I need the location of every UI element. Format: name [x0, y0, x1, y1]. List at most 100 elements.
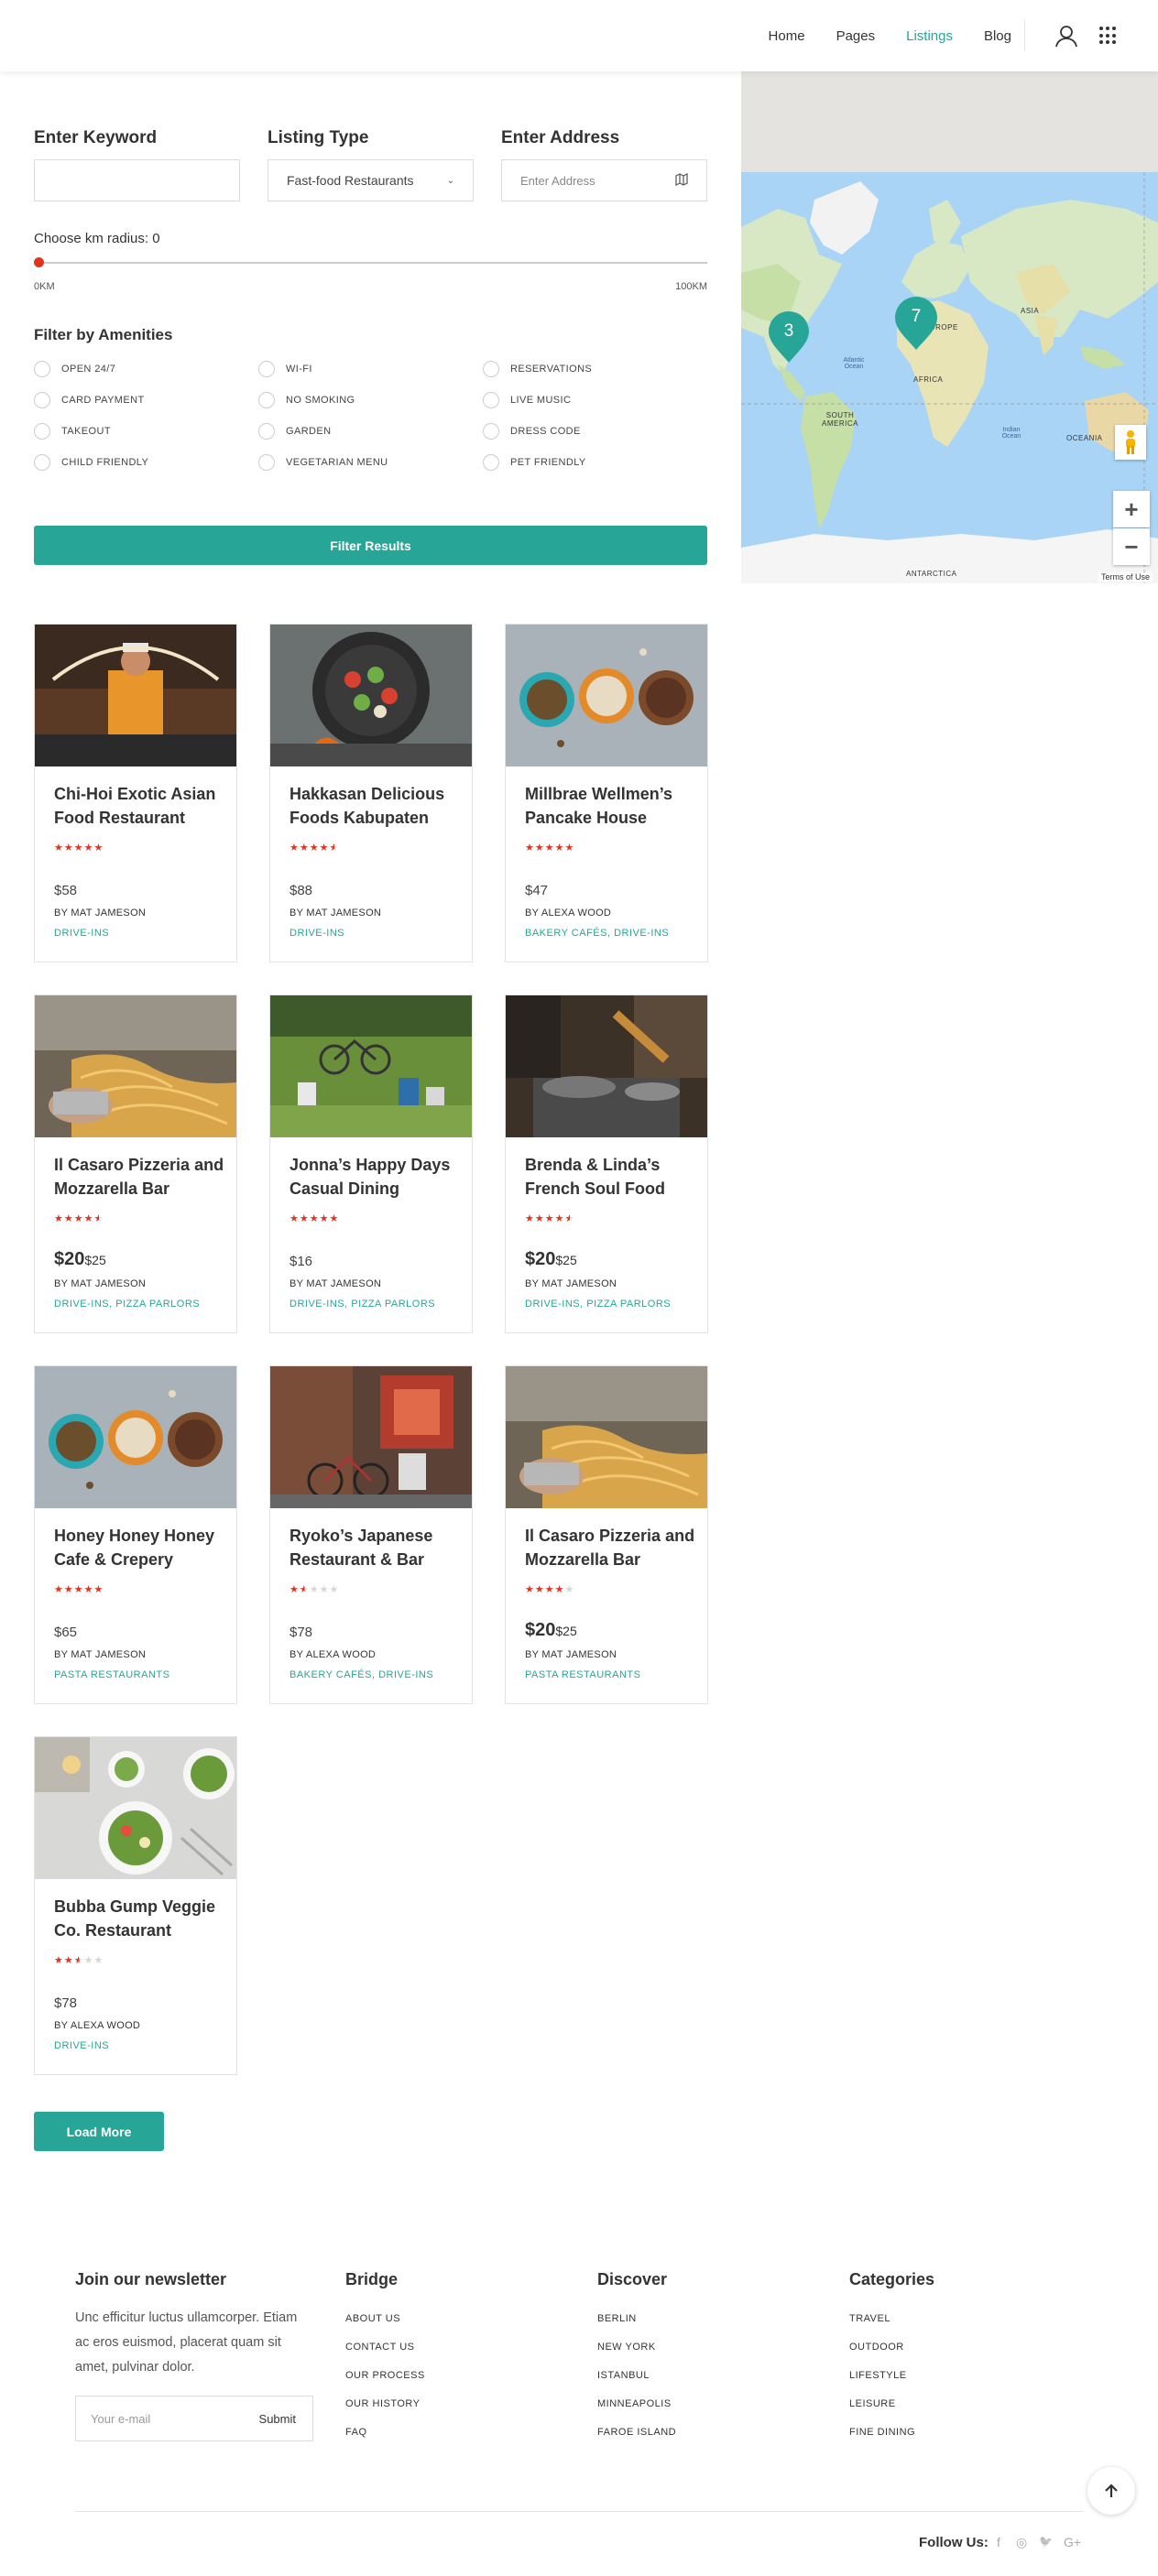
footer-link[interactable]: FAQ [345, 2427, 367, 2438]
footer-link[interactable]: OUR HISTORY [345, 2398, 421, 2409]
listing-image[interactable] [506, 625, 707, 766]
listing-card[interactable]: Ryoko’s Japanese Restaurant & Bar ★★★★★ $7… [269, 1365, 473, 1704]
checkbox-circle[interactable] [34, 392, 50, 408]
radius-slider-handle[interactable] [34, 257, 44, 267]
map-zoom-out-button[interactable]: − [1113, 528, 1150, 565]
checkbox-circle[interactable] [258, 361, 275, 377]
listing-card[interactable]: Hakkasan Delicious Foods Kabupaten ★★★★★ $… [269, 624, 473, 962]
listing-categories[interactable]: DRIVE-INS [54, 2040, 109, 2051]
listing-categories[interactable]: PASTA RESTAURANTS [54, 1669, 169, 1680]
listing-title[interactable]: Bubba Gump Veggie Co. Restaurant [54, 1895, 228, 1942]
amenity-checkbox[interactable]: PET FRIENDLY [483, 454, 586, 471]
checkbox-circle[interactable] [483, 423, 499, 440]
newsletter-submit-button[interactable]: Submit [259, 2412, 296, 2426]
map-terms-link[interactable]: Terms of Use [1098, 572, 1153, 582]
listing-image[interactable] [35, 995, 236, 1137]
footer-link[interactable]: LEISURE [849, 2398, 896, 2409]
listing-image[interactable] [270, 625, 472, 766]
nav-listings[interactable]: Listings [906, 28, 953, 44]
street-view-pegman-icon[interactable] [1115, 425, 1146, 460]
radius-slider-track[interactable] [38, 262, 707, 264]
listing-image[interactable] [35, 625, 236, 766]
map-cluster-pin[interactable]: 7 [893, 297, 939, 357]
google-plus-icon[interactable]: G+ [1064, 2535, 1081, 2549]
map-cluster-pin[interactable]: 3 [767, 311, 811, 370]
listing-title[interactable]: Jonna’s Happy Days Casual Dining [290, 1153, 464, 1201]
listing-categories[interactable]: DRIVE-INS [290, 928, 344, 939]
checkbox-circle[interactable] [483, 361, 499, 377]
newsletter-email-input[interactable]: Your e-mail [91, 2412, 150, 2426]
footer-link[interactable]: BERLIN [597, 2313, 637, 2324]
footer-link[interactable]: ISTANBUL [597, 2370, 650, 2381]
listing-card[interactable]: Chi-Hoi Exotic Asian Food Restaurant ★★★★… [34, 624, 237, 962]
listing-card[interactable]: Honey Honey Honey Cafe & Crepery ★★★★★ $65… [34, 1365, 237, 1704]
footer-link[interactable]: CONTACT US [345, 2342, 415, 2353]
amenity-checkbox[interactable]: CHILD FRIENDLY [34, 454, 148, 471]
back-to-top-button[interactable] [1087, 2467, 1135, 2515]
listing-title[interactable]: Chi-Hoi Exotic Asian Food Restaurant [54, 782, 228, 830]
filter-results-button[interactable]: Filter Results [34, 526, 707, 565]
nav-home[interactable]: Home [769, 28, 805, 44]
user-icon[interactable] [1054, 24, 1078, 48]
listing-image[interactable] [35, 1366, 236, 1508]
nav-blog[interactable]: Blog [984, 28, 1011, 44]
amenity-checkbox[interactable]: LIVE MUSIC [483, 392, 571, 408]
checkbox-circle[interactable] [34, 423, 50, 440]
amenity-checkbox[interactable]: RESERVATIONS [483, 361, 592, 377]
checkbox-circle[interactable] [258, 423, 275, 440]
amenity-checkbox[interactable]: TAKEOUT [34, 423, 111, 440]
listing-title[interactable]: Il Casaro Pizzeria and Mozzarella Bar [54, 1153, 228, 1201]
listing-title[interactable]: Honey Honey Honey Cafe & Crepery [54, 1524, 228, 1571]
listing-categories[interactable]: DRIVE-INS, PIZZA PARLORS [54, 1299, 200, 1310]
footer-link[interactable]: FINE DINING [849, 2427, 915, 2438]
checkbox-circle[interactable] [483, 392, 499, 408]
twitter-icon[interactable]: 🐦 [1039, 2535, 1053, 2548]
amenity-checkbox[interactable]: WI-FI [258, 361, 312, 377]
address-input[interactable]: Enter Address [501, 159, 707, 201]
listing-title[interactable]: Millbrae Wellmen’s Pancake House [525, 782, 699, 830]
map-zoom-in-button[interactable]: + [1113, 491, 1150, 527]
listing-title[interactable]: Hakkasan Delicious Foods Kabupaten [290, 782, 464, 830]
listing-categories[interactable]: DRIVE-INS, PIZZA PARLORS [290, 1299, 435, 1310]
listing-categories[interactable]: BAKERY CAFÉS, DRIVE-INS [290, 1669, 433, 1680]
listing-image[interactable] [35, 1737, 236, 1879]
listing-image[interactable] [506, 1366, 707, 1508]
amenity-checkbox[interactable]: DRESS CODE [483, 423, 581, 440]
listing-card[interactable]: Bubba Gump Veggie Co. Restaurant ★★★★★ $78… [34, 1736, 237, 2075]
listing-type-select[interactable]: Fast-food Restaurants ⌄ [268, 159, 474, 201]
footer-link[interactable]: OUTDOOR [849, 2342, 904, 2353]
listing-categories[interactable]: DRIVE-INS [54, 928, 109, 939]
listing-categories[interactable]: BAKERY CAFÉS, DRIVE-INS [525, 928, 669, 939]
footer-link[interactable]: ABOUT US [345, 2313, 400, 2324]
footer-link[interactable]: LIFESTYLE [849, 2370, 907, 2381]
listing-title[interactable]: Ryoko’s Japanese Restaurant & Bar [290, 1524, 464, 1571]
listing-image[interactable] [270, 995, 472, 1137]
listings-map[interactable]: ASIA EUROPE AFRICA SOUTH AMERICA OCEANIA… [741, 71, 1158, 583]
listing-card[interactable]: Jonna’s Happy Days Casual Dining ★★★★★ $16… [269, 995, 473, 1333]
amenity-checkbox[interactable]: CARD PAYMENT [34, 392, 145, 408]
facebook-icon[interactable]: f [997, 2535, 1000, 2549]
listing-image[interactable] [270, 1366, 472, 1508]
footer-link[interactable]: MINNEAPOLIS [597, 2398, 672, 2409]
amenity-checkbox[interactable]: OPEN 24/7 [34, 361, 115, 377]
checkbox-circle[interactable] [483, 454, 499, 471]
load-more-button[interactable]: Load More [34, 2112, 164, 2151]
footer-link[interactable]: OUR PROCESS [345, 2370, 425, 2381]
grid-menu-icon[interactable] [1099, 27, 1118, 45]
nav-pages[interactable]: Pages [836, 28, 876, 44]
listing-categories[interactable]: PASTA RESTAURANTS [525, 1669, 640, 1680]
checkbox-circle[interactable] [258, 392, 275, 408]
listing-title[interactable]: Il Casaro Pizzeria and Mozzarella Bar [525, 1524, 699, 1571]
checkbox-circle[interactable] [34, 361, 50, 377]
listing-card[interactable]: Brenda & Linda’s French Soul Food ★★★★★ $2… [505, 995, 708, 1333]
listing-categories[interactable]: DRIVE-INS, PIZZA PARLORS [525, 1299, 671, 1310]
checkbox-circle[interactable] [34, 454, 50, 471]
listing-title[interactable]: Brenda & Linda’s French Soul Food [525, 1153, 699, 1201]
listing-card[interactable]: Il Casaro Pizzeria and Mozzarella Bar ★★★… [505, 1365, 708, 1704]
listing-card[interactable]: Millbrae Wellmen’s Pancake House ★★★★★ $47… [505, 624, 708, 962]
amenity-checkbox[interactable]: NO SMOKING [258, 392, 355, 408]
footer-link[interactable]: TRAVEL [849, 2313, 890, 2324]
footer-link[interactable]: FAROE ISLAND [597, 2427, 676, 2438]
map-icon[interactable] [675, 172, 688, 189]
instagram-icon[interactable]: ◎ [1016, 2535, 1027, 2550]
